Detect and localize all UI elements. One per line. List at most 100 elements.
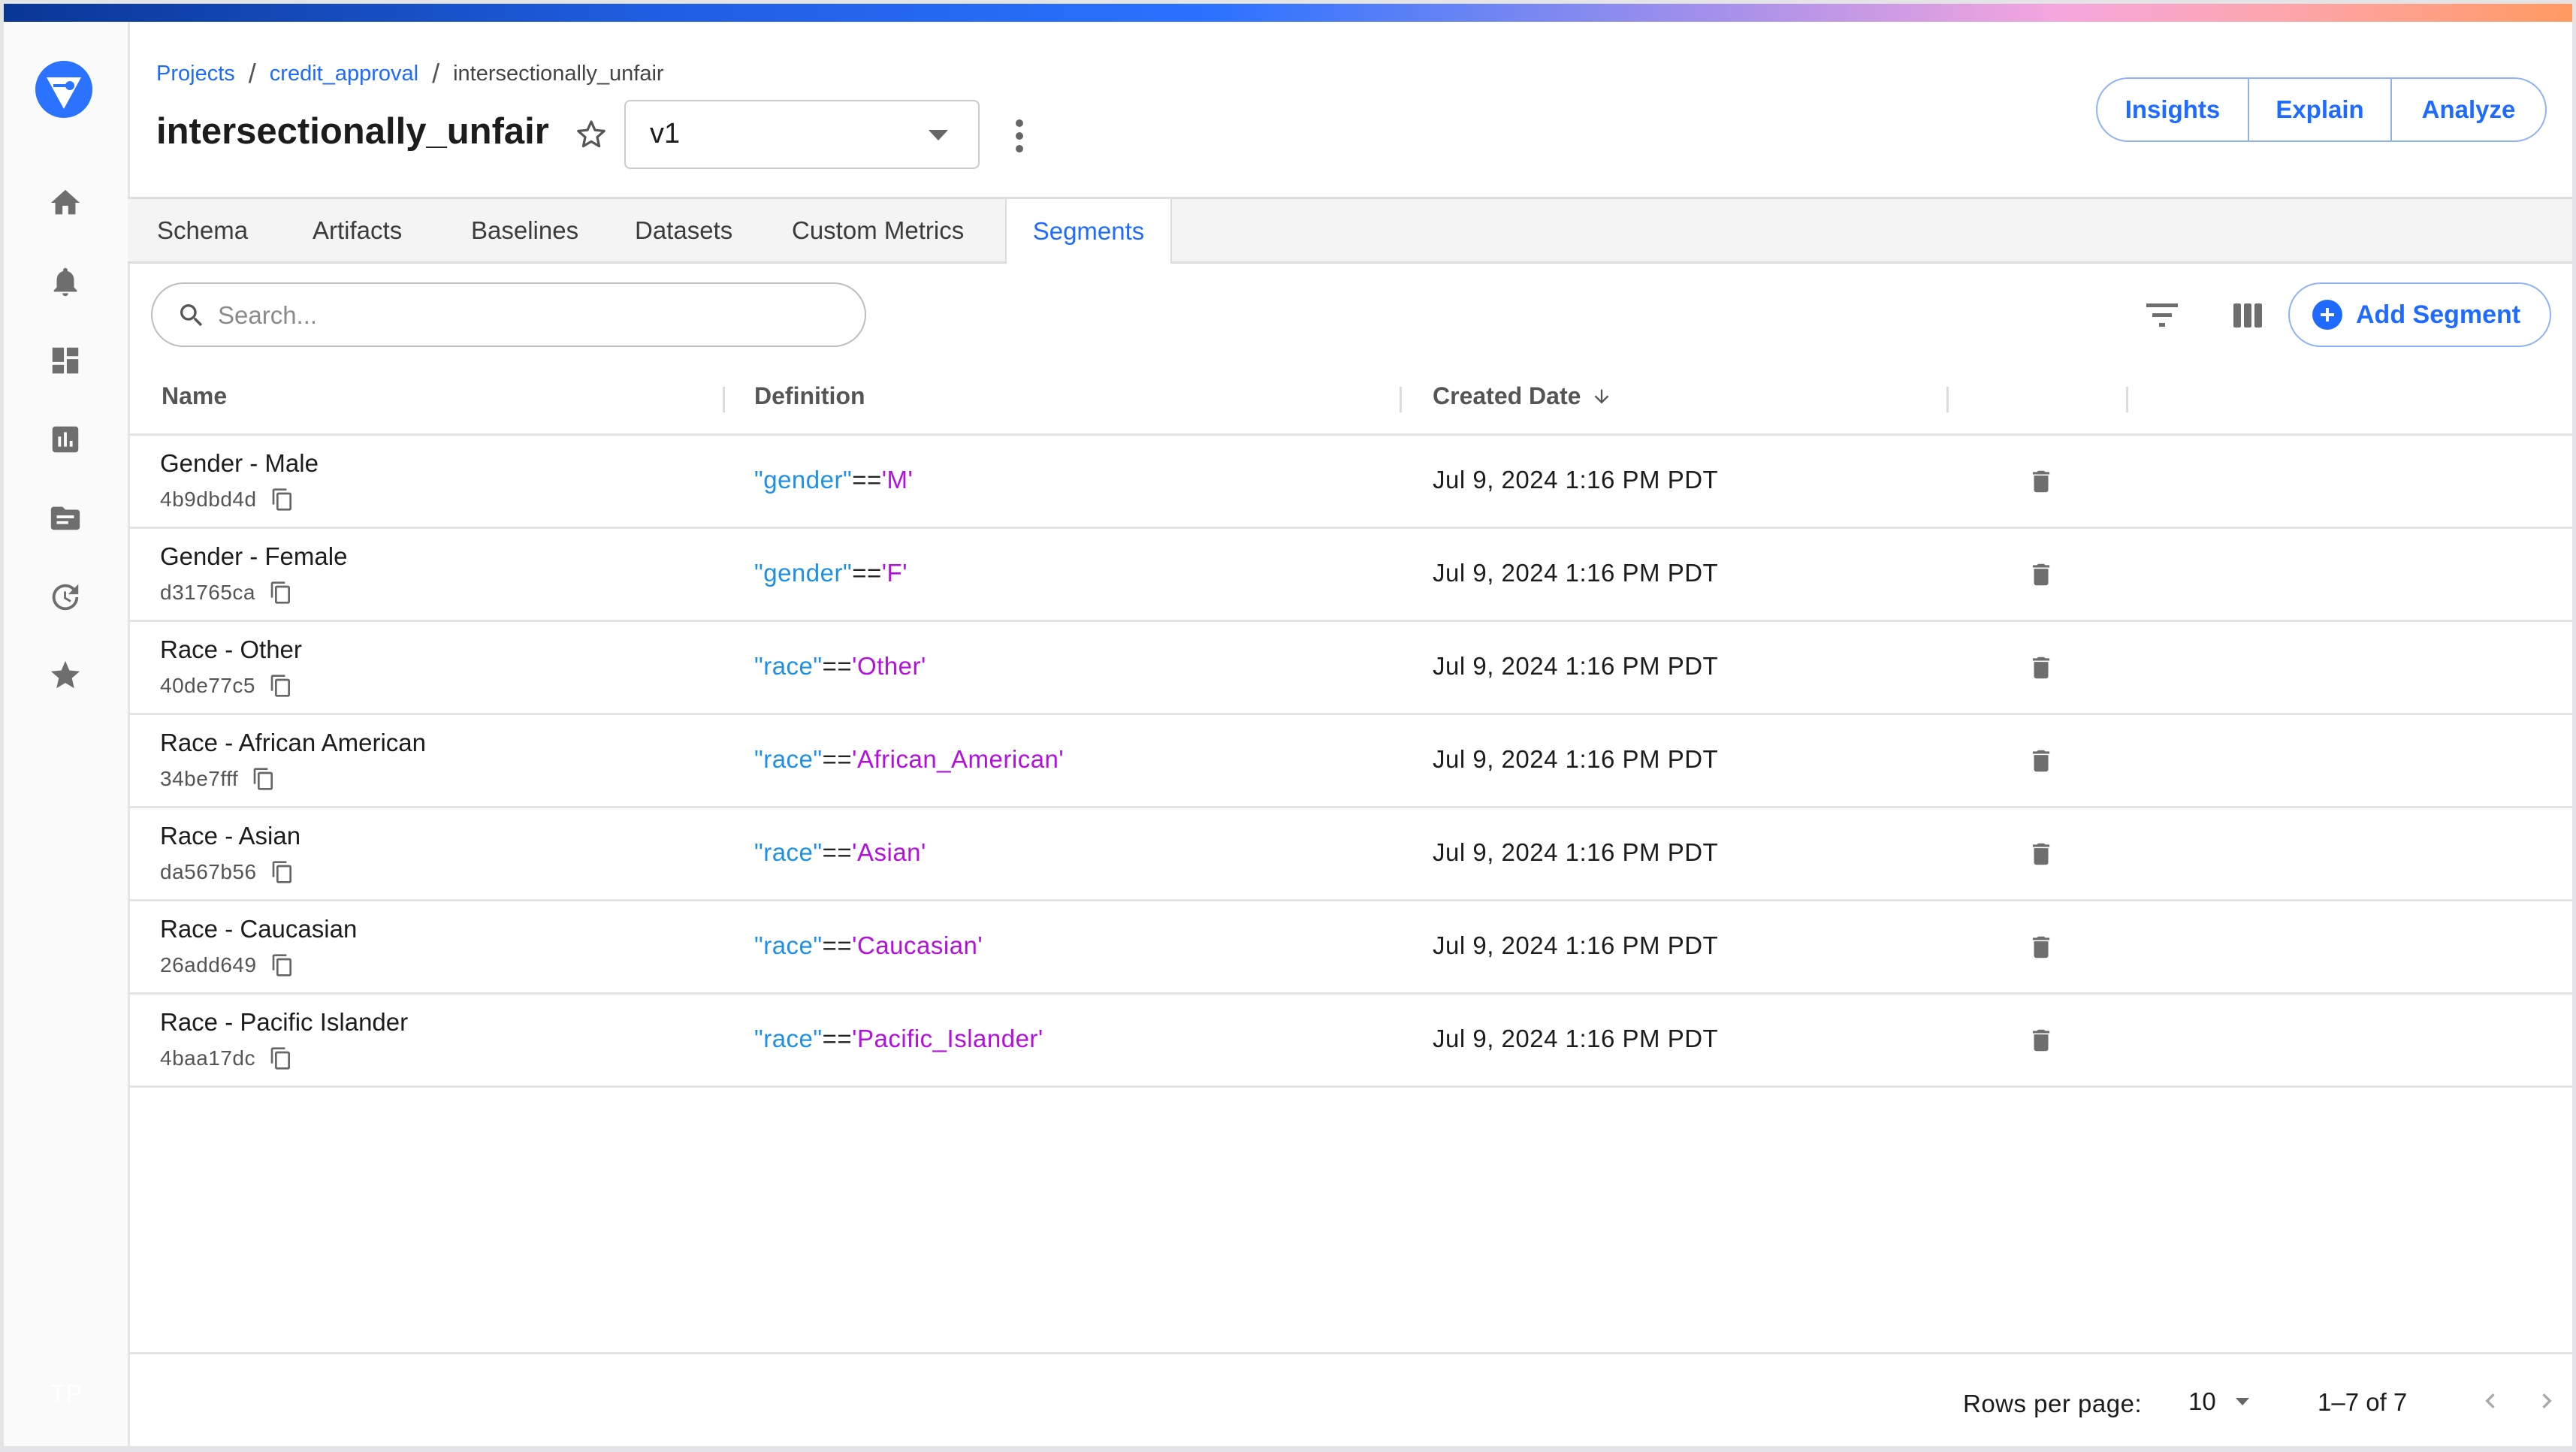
breadcrumb-project[interactable]: credit_approval — [270, 62, 418, 86]
logo-icon[interactable] — [35, 61, 92, 118]
sidebar-item-projects[interactable] — [47, 500, 83, 536]
search-input[interactable] — [216, 294, 835, 337]
delete-trash-icon[interactable] — [2027, 559, 2055, 590]
segment-id-value: 4baa17dc — [160, 1046, 256, 1070]
tab-custom-metrics[interactable]: Custom Metrics — [792, 199, 964, 261]
columns-button[interactable] — [2229, 298, 2266, 333]
pagination-range: 1–7 of 7 — [2318, 1388, 2408, 1416]
definition-column: "race" — [754, 1025, 823, 1052]
analyze-button[interactable]: Analyze — [2390, 79, 2545, 140]
delete-trash-icon[interactable] — [2027, 466, 2055, 497]
home-icon — [50, 189, 80, 215]
delete-trash-icon[interactable] — [2027, 838, 2055, 870]
definition-column: "race" — [754, 931, 823, 959]
segment-id: 4b9dbd4d — [160, 485, 294, 514]
dashboard-icon — [52, 347, 79, 374]
sidebar-item-bookmarks[interactable] — [47, 657, 83, 693]
breadcrumb-projects[interactable]: Projects — [156, 62, 235, 86]
previous-page-button[interactable] — [2475, 1384, 2505, 1417]
column-header-name[interactable]: Name — [162, 382, 227, 410]
tab-baselines[interactable]: Baselines — [471, 199, 578, 261]
column-resizer[interactable] — [1400, 387, 1402, 412]
segment-id-value: 26add649 — [160, 953, 257, 977]
dropdown-arrow-icon — [2235, 1398, 2249, 1405]
user-avatar-initials[interactable]: TP — [50, 1380, 83, 1408]
segment-id: 40de77c5 — [160, 672, 293, 700]
page-title: intersectionally_unfair — [156, 111, 549, 152]
created-date: Jul 9, 2024 1:16 PM PDT — [1433, 1025, 1719, 1052]
bell-icon — [53, 267, 77, 297]
version-select[interactable]: v1 — [624, 100, 980, 169]
column-header-definition[interactable]: Definition — [754, 382, 865, 410]
table-row[interactable]: Race - Asian da567b56 "race"=='Asian' Ju… — [128, 808, 2572, 901]
rows-per-page-value: 10 — [2188, 1387, 2216, 1415]
column-resizer[interactable] — [2126, 387, 2128, 412]
definition-column: "gender" — [754, 559, 853, 587]
pagination-bar: Rows per page: 10 1–7 of 7 — [128, 1352, 2572, 1446]
definition-operator: == — [822, 931, 853, 959]
delete-trash-icon[interactable] — [2027, 652, 2055, 684]
copy-icon[interactable] — [269, 1044, 293, 1073]
copy-icon[interactable] — [252, 765, 276, 793]
tab-schema[interactable]: Schema — [157, 199, 248, 261]
definition-column: "race" — [754, 838, 823, 866]
tab-datasets[interactable]: Datasets — [635, 199, 732, 261]
dropdown-arrow-icon — [929, 130, 948, 140]
created-date: Jul 9, 2024 1:16 PM PDT — [1433, 838, 1719, 866]
segment-id-value: 40de77c5 — [160, 674, 256, 697]
add-segment-button[interactable]: Add Segment — [2288, 282, 2551, 347]
column-resizer[interactable] — [723, 387, 725, 412]
copy-icon[interactable] — [270, 485, 294, 514]
definition-value: 'Asian' — [852, 838, 926, 866]
segment-definition: "race"=='Other' — [754, 652, 926, 681]
definition-column: "race" — [754, 745, 823, 773]
sidebar: TP — [4, 22, 130, 1446]
table-row[interactable]: Race - Pacific Islander 4baa17dc "race"=… — [128, 995, 2572, 1088]
sidebar-item-dashboards[interactable] — [47, 343, 83, 379]
sidebar-item-home[interactable] — [47, 185, 83, 221]
copy-icon[interactable] — [269, 578, 293, 607]
table-row[interactable]: Gender - Male 4b9dbd4d "gender"=='M' Jul… — [128, 436, 2572, 529]
segment-definition: "race"=='Asian' — [754, 838, 926, 867]
definition-value: 'F' — [881, 559, 907, 587]
action-button-group: Insights Explain Analyze — [2096, 77, 2547, 142]
insights-button[interactable]: Insights — [2097, 79, 2248, 140]
table-row[interactable]: Race - Other 40de77c5 "race"=='Other' Ju… — [128, 622, 2572, 715]
delete-trash-icon[interactable] — [2027, 931, 2055, 963]
definition-operator: == — [822, 745, 853, 773]
explain-button[interactable]: Explain — [2248, 79, 2390, 140]
table-row[interactable]: Race - Caucasian 26add649 "race"=='Cauca… — [128, 901, 2572, 995]
next-page-button[interactable] — [2532, 1384, 2562, 1417]
version-value: v1 — [650, 118, 681, 149]
rows-per-page-label: Rows per page: — [1963, 1390, 2143, 1417]
segment-name: Race - Caucasian — [160, 915, 358, 943]
sidebar-item-history[interactable] — [47, 579, 83, 615]
segment-id: 4baa17dc — [160, 1044, 293, 1073]
table-row[interactable]: Race - African American 34be7fff "race"=… — [128, 715, 2572, 808]
copy-icon[interactable] — [270, 858, 294, 886]
segment-name: Race - Other — [160, 635, 302, 663]
definition-value: 'African_American' — [852, 745, 1065, 773]
favorite-star-icon[interactable] — [573, 116, 609, 152]
sidebar-item-charts[interactable] — [47, 421, 83, 457]
segment-id: 26add649 — [160, 951, 294, 980]
sidebar-item-alerts[interactable] — [47, 264, 83, 300]
delete-trash-icon[interactable] — [2027, 1025, 2055, 1056]
column-resizer[interactable] — [1946, 387, 1949, 412]
search-field[interactable] — [151, 282, 866, 347]
definition-value: 'M' — [881, 466, 914, 494]
more-options-icon[interactable] — [1004, 115, 1034, 157]
table-row[interactable]: Gender - Female d31765ca "gender"=='F' J… — [128, 529, 2572, 622]
brand-gradient-bar — [4, 4, 2572, 22]
copy-icon[interactable] — [270, 951, 294, 980]
column-header-created-date[interactable]: Created Date — [1433, 382, 1612, 410]
delete-trash-icon[interactable] — [2027, 745, 2055, 777]
breadcrumb-separator: / — [432, 58, 440, 89]
filter-button[interactable] — [2143, 298, 2181, 333]
definition-value: 'Other' — [852, 652, 926, 680]
rows-per-page-select[interactable]: 10 — [2188, 1387, 2249, 1416]
definition-operator: == — [822, 838, 853, 866]
tab-artifacts[interactable]: Artifacts — [313, 199, 402, 261]
tab-segments[interactable]: Segments — [1005, 199, 1172, 264]
copy-icon[interactable] — [269, 672, 293, 700]
